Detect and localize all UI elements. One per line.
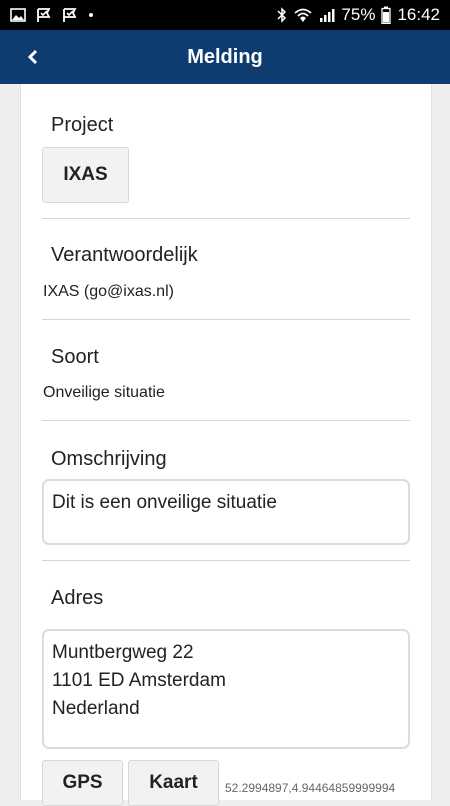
project-button[interactable]: IXAS — [42, 147, 129, 203]
status-bar-system: 75% 16:42 — [277, 0, 440, 30]
signal-icon — [319, 7, 335, 23]
check-flag-icon — [62, 7, 78, 23]
divider — [42, 319, 410, 320]
divider — [42, 420, 410, 421]
type-value: Onveilige situatie — [43, 384, 165, 401]
divider — [42, 218, 410, 219]
address-label: Adres — [51, 587, 104, 609]
coordinates-text: 52.2994897,4.94464859999994 — [225, 781, 396, 795]
form-card: Project IXAS Verantwoordelijk IXAS (go@i… — [20, 84, 432, 806]
description-label: Omschrijving — [51, 448, 167, 470]
address-field[interactable]: Muntbergweg 22 1101 ED Amsterdam Nederla… — [42, 629, 410, 749]
responsible-label: Verantwoordelijk — [51, 244, 198, 266]
status-bar-notifications — [10, 7, 94, 23]
app-bar: Melding — [0, 30, 450, 84]
page-title: Melding — [187, 46, 263, 68]
gps-button[interactable]: GPS — [42, 760, 123, 806]
battery-icon — [381, 6, 392, 24]
description-field[interactable]: Dit is een onveilige situatie — [42, 479, 410, 545]
type-label: Soort — [51, 346, 99, 368]
wifi-icon — [293, 7, 313, 23]
divider — [42, 560, 410, 561]
bluetooth-icon — [277, 7, 287, 23]
image-icon — [10, 8, 26, 22]
status-bar: 75% 16:42 — [0, 0, 450, 30]
battery-text: 75% — [341, 5, 376, 24]
responsible-value: IXAS (go@ixas.nl) — [43, 283, 174, 300]
check-flag-icon — [36, 7, 52, 23]
project-label: Project — [51, 114, 114, 136]
map-button[interactable]: Kaart — [128, 760, 219, 806]
clock: 16:42 — [397, 5, 440, 24]
dot-icon — [88, 12, 94, 18]
